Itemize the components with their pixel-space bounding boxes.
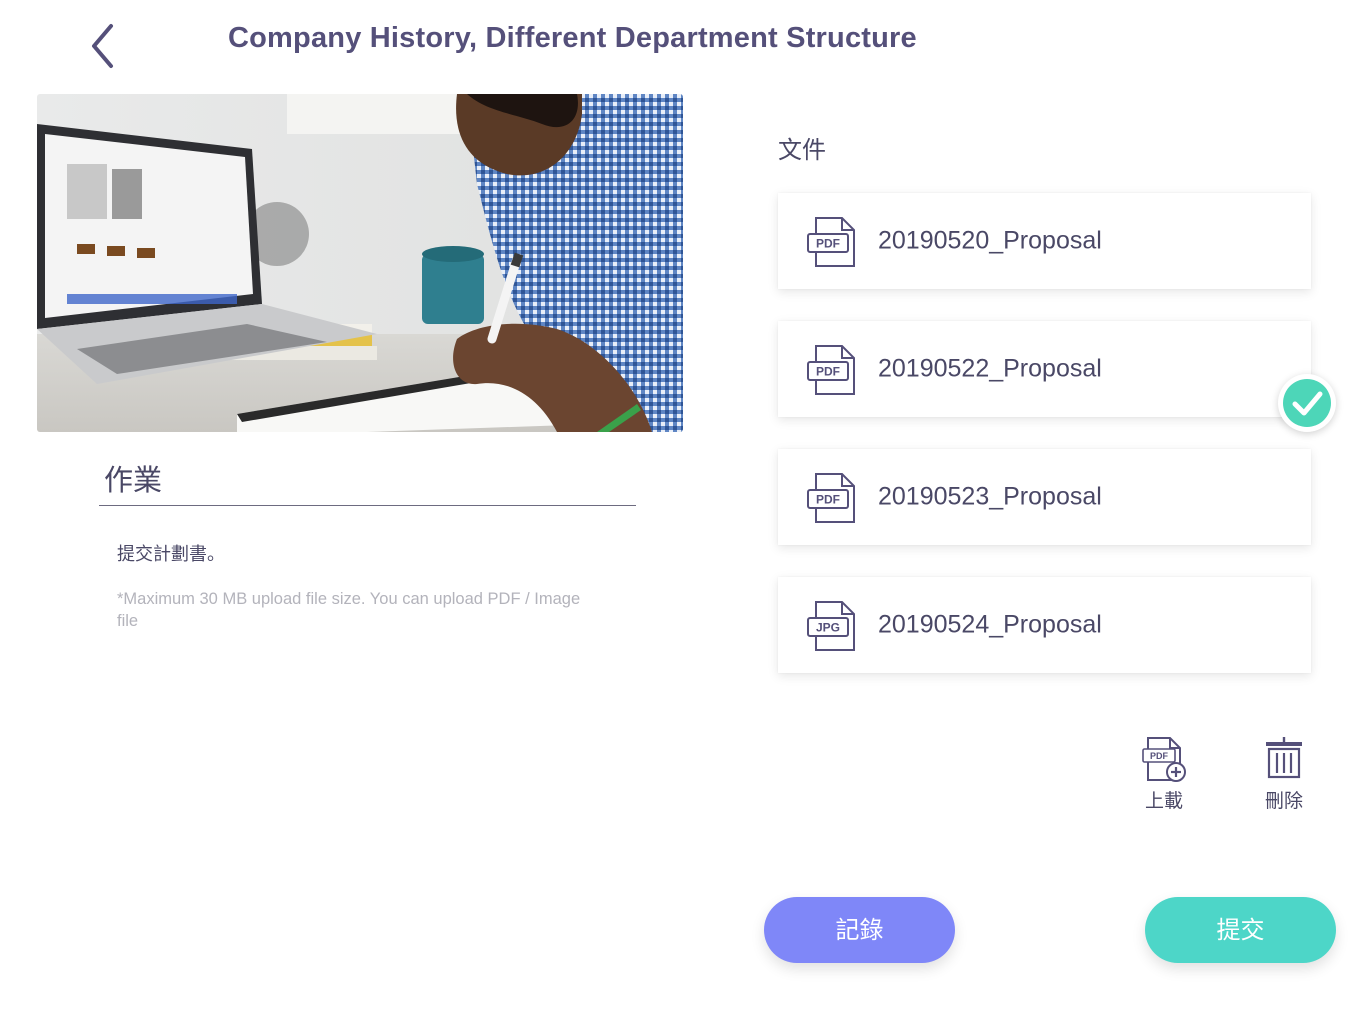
chevron-left-icon [92, 24, 113, 68]
upload-pdf-icon: PDF [1142, 737, 1186, 782]
file-name: 20190520_Proposal [878, 226, 1102, 255]
delete-button[interactable]: 刪除 [1244, 736, 1324, 813]
svg-text:PDF: PDF [816, 493, 840, 507]
upload-label: 上載 [1144, 790, 1183, 812]
upload-hint: *Maximum 30 MB upload file size. You can… [117, 590, 581, 630]
trash-icon [1266, 737, 1302, 779]
submit-button[interactable]: 提交 [1145, 897, 1336, 963]
file-name: 20190524_Proposal [878, 610, 1102, 639]
back-button[interactable] [84, 22, 124, 70]
svg-text:PDF: PDF [816, 365, 840, 379]
page-title: Company History, Different Department St… [228, 22, 917, 54]
jpg-file-icon: JPG [807, 601, 855, 651]
svg-text:PDF: PDF [1150, 751, 1169, 761]
pdf-file-icon: PDF [807, 473, 855, 523]
svg-text:JPG: JPG [816, 621, 840, 635]
record-button[interactable]: 記錄 [764, 897, 955, 963]
pdf-file-icon: PDF [807, 217, 855, 267]
documents-label: 文件 [778, 136, 826, 164]
assignment-title: 作業 [104, 463, 163, 497]
svg-text:PDF: PDF [816, 237, 840, 251]
course-hero-image [37, 94, 683, 432]
file-item[interactable]: PDF 20190523_Proposal [778, 449, 1311, 545]
pdf-file-icon: PDF [807, 345, 855, 395]
selected-check-icon [1278, 374, 1336, 432]
file-item[interactable]: PDF 20190520_Proposal [778, 193, 1311, 289]
assignment-description: 提交計劃書。 [117, 544, 225, 565]
delete-label: 刪除 [1264, 790, 1303, 812]
file-name: 20190522_Proposal [878, 354, 1102, 383]
section-divider [99, 505, 636, 506]
file-name: 20190523_Proposal [878, 482, 1102, 511]
upload-button[interactable]: PDF 上載 [1124, 736, 1204, 813]
file-item-selected[interactable]: PDF 20190522_Proposal [778, 321, 1311, 417]
file-item[interactable]: JPG 20190524_Proposal [778, 577, 1311, 673]
